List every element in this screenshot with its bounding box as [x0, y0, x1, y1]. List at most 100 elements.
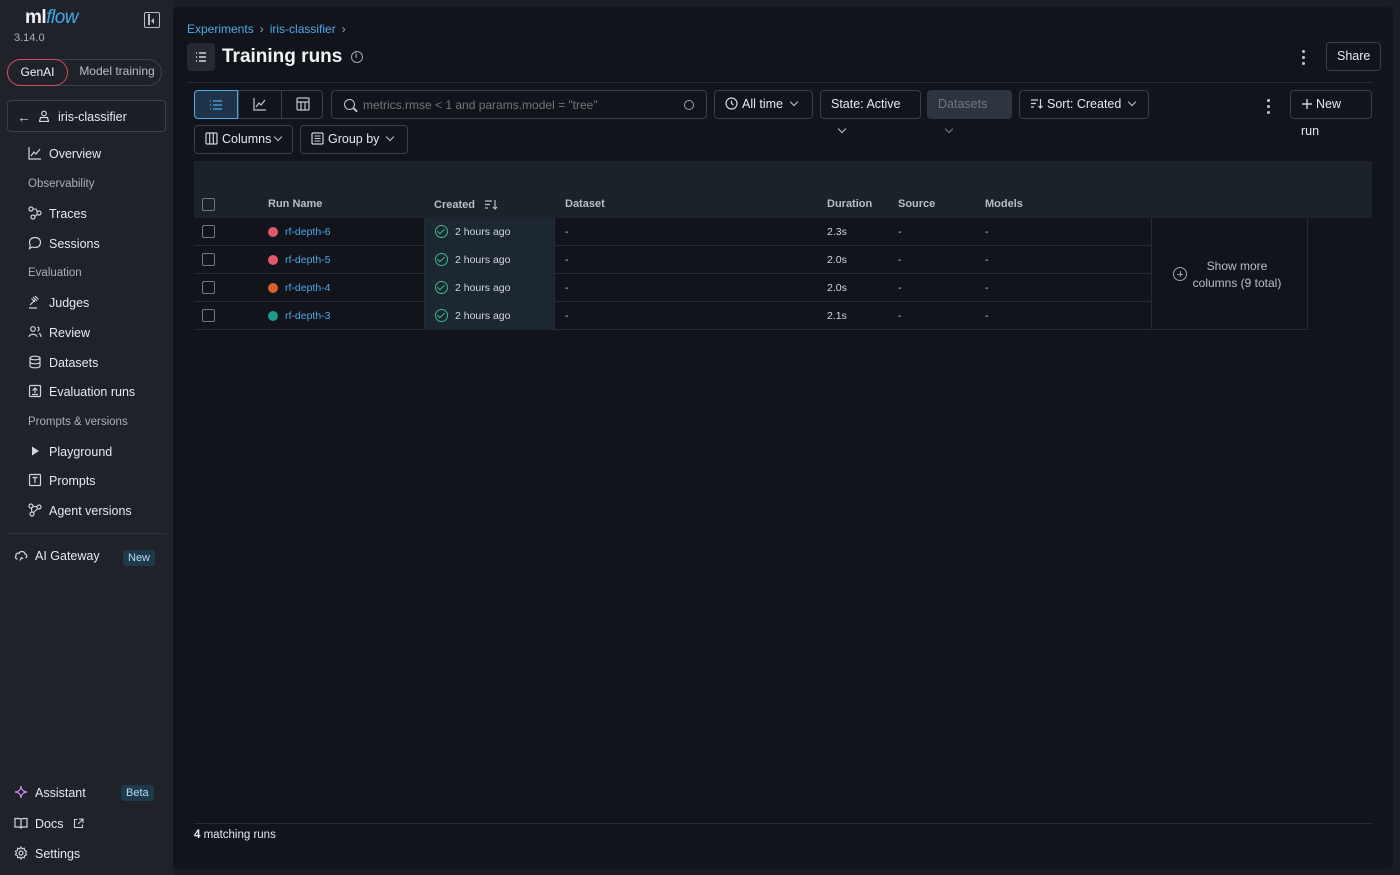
column-header-source[interactable]: Source — [898, 198, 935, 210]
section-prompts-versions: Prompts & versions — [28, 416, 128, 428]
page-more-menu-icon[interactable] — [1302, 50, 1306, 68]
show-more-columns-button[interactable]: Show more columns (9 total) — [1151, 218, 1308, 330]
experiment-selector[interactable]: ← iris-classifier — [7, 100, 166, 132]
table-row[interactable]: rf-depth-5 2 hours ago - 2.0s - - — [194, 246, 1151, 274]
datasets-filter-dropdown[interactable]: Datasets — [927, 90, 1012, 134]
gavel-icon — [29, 295, 39, 309]
chevron-down-icon — [837, 124, 847, 134]
sidebar-item-settings[interactable]: Settings — [14, 846, 80, 861]
breadcrumb-separator: › — [259, 22, 264, 36]
columns-icon — [205, 132, 218, 145]
chevron-down-icon — [1128, 97, 1137, 107]
search-input[interactable] — [363, 96, 673, 114]
time-filter-dropdown[interactable]: All time — [714, 90, 813, 119]
app-version: 3.14.0 — [14, 32, 45, 44]
duration-value: 2.1s — [827, 310, 847, 322]
sidebar: mlflow 3.14.0 GenAI Model training ← iri… — [0, 0, 173, 875]
list-icon — [187, 43, 215, 71]
run-name-link[interactable]: rf-depth-3 — [285, 310, 331, 322]
sidebar-item-assistant[interactable]: Assistant — [14, 785, 86, 800]
select-all-checkbox[interactable] — [202, 198, 215, 211]
run-name-link[interactable]: rf-depth-4 — [285, 282, 331, 294]
header-divider — [187, 82, 1373, 83]
traces-icon — [28, 206, 42, 220]
agent-icon — [28, 503, 42, 517]
chevron-down-icon — [789, 97, 799, 107]
group-by-button[interactable]: Group by — [300, 125, 408, 154]
column-header-duration[interactable]: Duration — [827, 198, 872, 210]
group-icon — [311, 132, 324, 145]
state-filter-dropdown[interactable]: State: Active — [820, 90, 921, 134]
sidebar-item-docs[interactable]: Docs — [14, 816, 84, 831]
success-check-icon — [435, 253, 448, 266]
back-arrow-icon[interactable]: ← — [17, 109, 31, 125]
sidebar-item-agent-versions[interactable]: Agent versions — [28, 501, 132, 521]
models-value: - — [985, 226, 989, 238]
table-row[interactable]: rf-depth-3 2 hours ago - 2.1s - - — [194, 302, 1151, 330]
show-more-columns-label: Show more columns (9 total) — [1192, 259, 1282, 290]
success-check-icon — [435, 309, 448, 322]
column-header-dataset[interactable]: Dataset — [565, 198, 605, 210]
run-color-dot[interactable] — [268, 283, 278, 293]
info-icon[interactable] — [351, 51, 363, 63]
sidebar-item-prompts[interactable]: Prompts — [28, 471, 96, 491]
row-checkbox[interactable] — [202, 309, 215, 322]
columns-button[interactable]: Columns — [194, 125, 293, 154]
table-row[interactable]: rf-depth-6 2 hours ago - 2.3s - - — [194, 218, 1151, 246]
sidebar-item-datasets[interactable]: Datasets — [28, 353, 98, 373]
sidebar-item-evaluation-runs[interactable]: Evaluation runs — [28, 382, 135, 402]
sidebar-item-overview[interactable]: Overview — [28, 144, 101, 164]
toolbar-more-menu-icon[interactable] — [1267, 99, 1271, 117]
mlflow-logo[interactable]: mlflow — [25, 7, 78, 29]
users-icon — [28, 326, 42, 338]
search-runs — [331, 90, 707, 119]
external-link-icon — [73, 818, 84, 829]
sidebar-item-ai-gateway[interactable]: AI Gateway — [14, 548, 100, 563]
source-value: - — [898, 254, 902, 266]
page-title: Training runs — [222, 46, 343, 67]
row-checkbox[interactable] — [202, 225, 215, 238]
column-header-created[interactable]: Created — [434, 198, 498, 211]
run-color-dot[interactable] — [268, 255, 278, 265]
sidebar-item-traces[interactable]: Traces — [28, 204, 87, 224]
beta-badge: Beta — [121, 785, 154, 801]
breadcrumb-experiments-link[interactable]: Experiments — [187, 22, 254, 36]
search-info-icon[interactable] — [684, 100, 694, 110]
collapse-sidebar-icon[interactable] — [144, 12, 160, 28]
sidebar-item-review[interactable]: Review — [28, 323, 90, 343]
sparkle-icon — [14, 785, 28, 799]
breadcrumb: Experiments › iris-classifier › — [187, 22, 352, 36]
play-icon — [32, 446, 39, 456]
column-header-run-name[interactable]: Run Name — [268, 198, 322, 210]
mode-genai-button[interactable]: GenAI — [7, 59, 68, 86]
models-value: - — [985, 310, 989, 322]
sort-dropdown[interactable]: Sort: Created — [1019, 90, 1149, 119]
line-chart-icon — [28, 147, 41, 160]
table-row[interactable]: rf-depth-4 2 hours ago - 2.0s - - — [194, 274, 1151, 302]
run-color-dot[interactable] — [268, 311, 278, 321]
new-run-button[interactable]: New run — [1290, 90, 1372, 138]
evaluation-view-button[interactable] — [281, 91, 324, 118]
section-observability: Observability — [28, 178, 95, 190]
sidebar-item-sessions[interactable]: Sessions — [28, 234, 100, 254]
success-check-icon — [435, 225, 448, 238]
sidebar-item-judges[interactable]: Judges — [28, 293, 89, 313]
run-name-link[interactable]: rf-depth-6 — [285, 226, 331, 238]
breadcrumb-experiment-link[interactable]: iris-classifier — [270, 22, 336, 36]
plus-icon — [1302, 99, 1312, 109]
mode-model-training-button[interactable]: Model training — [72, 59, 162, 86]
run-color-dot[interactable] — [268, 227, 278, 237]
row-checkbox[interactable] — [202, 281, 215, 294]
share-button[interactable]: Share — [1326, 42, 1382, 71]
table-view-button[interactable] — [194, 90, 238, 119]
row-checkbox[interactable] — [202, 253, 215, 266]
run-name-link[interactable]: rf-depth-5 — [285, 254, 331, 266]
footer-divider — [194, 823, 1372, 824]
table-header — [194, 161, 1372, 218]
user-icon — [38, 110, 50, 122]
column-header-models[interactable]: Models — [985, 198, 1023, 210]
chart-view-button[interactable] — [238, 91, 281, 118]
sidebar-item-playground[interactable]: Playground — [28, 442, 112, 462]
duration-value: 2.0s — [827, 254, 847, 266]
breadcrumb-separator: › — [341, 22, 346, 36]
